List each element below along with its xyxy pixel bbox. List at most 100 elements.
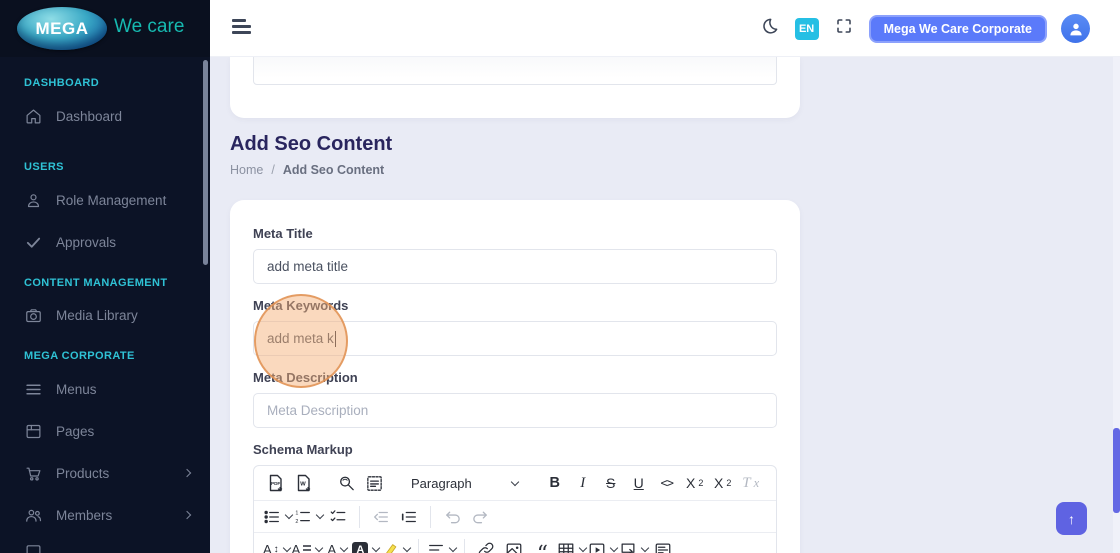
- chevron-down-icon: [610, 543, 619, 553]
- sidebar-item-media-library[interactable]: Media Library: [0, 305, 210, 325]
- chevron-down-icon: [315, 510, 325, 520]
- chevron-down-icon: [284, 510, 294, 520]
- schema-markup-editor: PDF w Paragraph B I S U <> X 2 X 2 T x 1…: [253, 465, 777, 553]
- indent-icon[interactable]: [396, 504, 422, 530]
- section-header-content-management: CONTENT MANAGEMENT: [24, 277, 168, 289]
- meta-title-label: Meta Title: [253, 226, 313, 241]
- account-button[interactable]: Mega We Care Corporate: [868, 14, 1047, 43]
- chevron-down-icon: [641, 543, 650, 553]
- seo-form-card: Meta Title add meta title Meta Keywords …: [230, 200, 800, 553]
- sidebar-logo-area[interactable]: MEGA We care: [0, 0, 210, 57]
- meta-title-value: add meta title: [267, 259, 349, 274]
- alignment-icon[interactable]: [427, 537, 458, 553]
- code-icon[interactable]: <>: [654, 470, 680, 496]
- layout-icon: [24, 422, 42, 440]
- sidebar-item-label: Members: [56, 507, 113, 523]
- chevron-down-icon: [315, 543, 324, 553]
- chevron-down-icon: [372, 543, 381, 553]
- font-family-icon[interactable]: A: [292, 537, 324, 553]
- superscript-base: X: [714, 475, 724, 491]
- logo-text: MEGA: [35, 18, 89, 38]
- cart-icon: [24, 464, 42, 482]
- section-header-dashboard: DASHBOARD: [24, 77, 100, 89]
- menu-lines-icon: [24, 380, 42, 398]
- meta-description-input[interactable]: Meta Description: [253, 393, 777, 428]
- block-quote-icon[interactable]: “: [529, 537, 555, 553]
- avatar[interactable]: [1061, 14, 1090, 43]
- editor-toolbar-row-3: A ↕ A A A: [254, 533, 776, 553]
- superscript-digit: 2: [726, 478, 732, 488]
- partial-editor-box[interactable]: [253, 57, 777, 85]
- sidebar-item-partial[interactable]: [0, 541, 210, 553]
- meta-title-input[interactable]: add meta title: [253, 249, 777, 284]
- chevron-down-icon: [579, 543, 588, 553]
- chevron-right-icon: [182, 468, 192, 478]
- subscript-icon[interactable]: X2: [682, 470, 708, 496]
- media-embed-icon[interactable]: [588, 537, 619, 553]
- sidebar-item-label: Approvals: [56, 234, 117, 250]
- user-icon: [24, 191, 42, 209]
- moon-icon: [760, 17, 779, 41]
- todo-list-icon[interactable]: [325, 504, 351, 530]
- font-background-icon[interactable]: A: [352, 537, 381, 553]
- link-icon[interactable]: [473, 537, 499, 553]
- numbered-list-icon[interactable]: 12: [294, 504, 325, 530]
- image-icon[interactable]: [501, 537, 527, 553]
- source-icon[interactable]: [650, 537, 676, 553]
- italic-icon[interactable]: I: [570, 470, 596, 496]
- font-color-icon[interactable]: A: [324, 537, 350, 553]
- document-icon: [24, 542, 42, 553]
- page-break-icon[interactable]: [619, 537, 650, 553]
- sidebar-item-menus[interactable]: Menus: [0, 379, 210, 399]
- main-content: Add Seo Content Home / Add Seo Content M…: [210, 57, 1113, 553]
- sidebar-item-approvals[interactable]: Approvals: [0, 232, 210, 252]
- text-caret: [334, 330, 337, 347]
- find-replace-icon[interactable]: [333, 470, 359, 496]
- sidebar-item-role-management[interactable]: Role Management: [0, 190, 210, 210]
- redo-icon[interactable]: [467, 504, 493, 530]
- sidebar-item-pages[interactable]: Pages: [0, 421, 210, 441]
- sidebar-item-dashboard[interactable]: Dashboard: [0, 106, 210, 126]
- language-badge[interactable]: EN: [794, 17, 819, 40]
- svg-text:2: 2: [295, 518, 298, 524]
- table-icon[interactable]: [557, 537, 588, 553]
- sidebar-toggle-button[interactable]: [232, 19, 251, 37]
- superscript-icon[interactable]: X2: [710, 470, 736, 496]
- section-header-users: USERS: [24, 161, 64, 173]
- scroll-to-top-button[interactable]: ↑: [1056, 502, 1087, 535]
- page-scrollbar-thumb[interactable]: [1113, 428, 1120, 513]
- meta-keywords-value: add meta k: [267, 331, 334, 346]
- dark-mode-button[interactable]: [759, 18, 781, 40]
- underline-icon[interactable]: U: [626, 470, 652, 496]
- svg-text:1: 1: [295, 510, 298, 516]
- export-word-icon[interactable]: w: [291, 470, 317, 496]
- bold-icon[interactable]: B: [542, 470, 568, 496]
- chevron-down-icon: [449, 543, 458, 553]
- meta-keywords-input[interactable]: add meta k: [253, 321, 777, 356]
- subscript-base: X: [686, 475, 696, 491]
- top-navbar: EN Mega We Care Corporate: [210, 0, 1120, 57]
- page-scrollbar-track[interactable]: [1113, 57, 1120, 553]
- breadcrumb-home-link[interactable]: Home: [230, 163, 263, 177]
- outdent-icon[interactable]: [368, 504, 394, 530]
- highlight-icon[interactable]: [381, 537, 412, 553]
- sidebar-item-members[interactable]: Members: [0, 505, 210, 525]
- paragraph-style-dropdown[interactable]: Paragraph: [403, 470, 526, 496]
- logo-tagline: We care: [114, 16, 185, 37]
- fullscreen-icon: [835, 17, 853, 40]
- undo-icon[interactable]: [439, 504, 465, 530]
- font-size-icon[interactable]: A ↕: [263, 537, 291, 553]
- remove-format-icon[interactable]: Tx: [738, 470, 764, 496]
- select-all-icon[interactable]: [361, 470, 387, 496]
- editor-toolbar-row-2: 12: [254, 501, 776, 533]
- strikethrough-icon[interactable]: S: [598, 470, 624, 496]
- breadcrumb-separator: /: [271, 163, 275, 177]
- chevron-down-icon: [282, 543, 291, 553]
- bulleted-list-icon[interactable]: [263, 504, 294, 530]
- subscript-digit: 2: [698, 478, 704, 488]
- sidebar-item-products[interactable]: Products: [0, 463, 210, 483]
- fullscreen-button[interactable]: [833, 18, 855, 40]
- font-color-a: A: [327, 542, 337, 553]
- export-pdf-icon[interactable]: PDF: [263, 470, 289, 496]
- remove-format-x: x: [753, 475, 760, 490]
